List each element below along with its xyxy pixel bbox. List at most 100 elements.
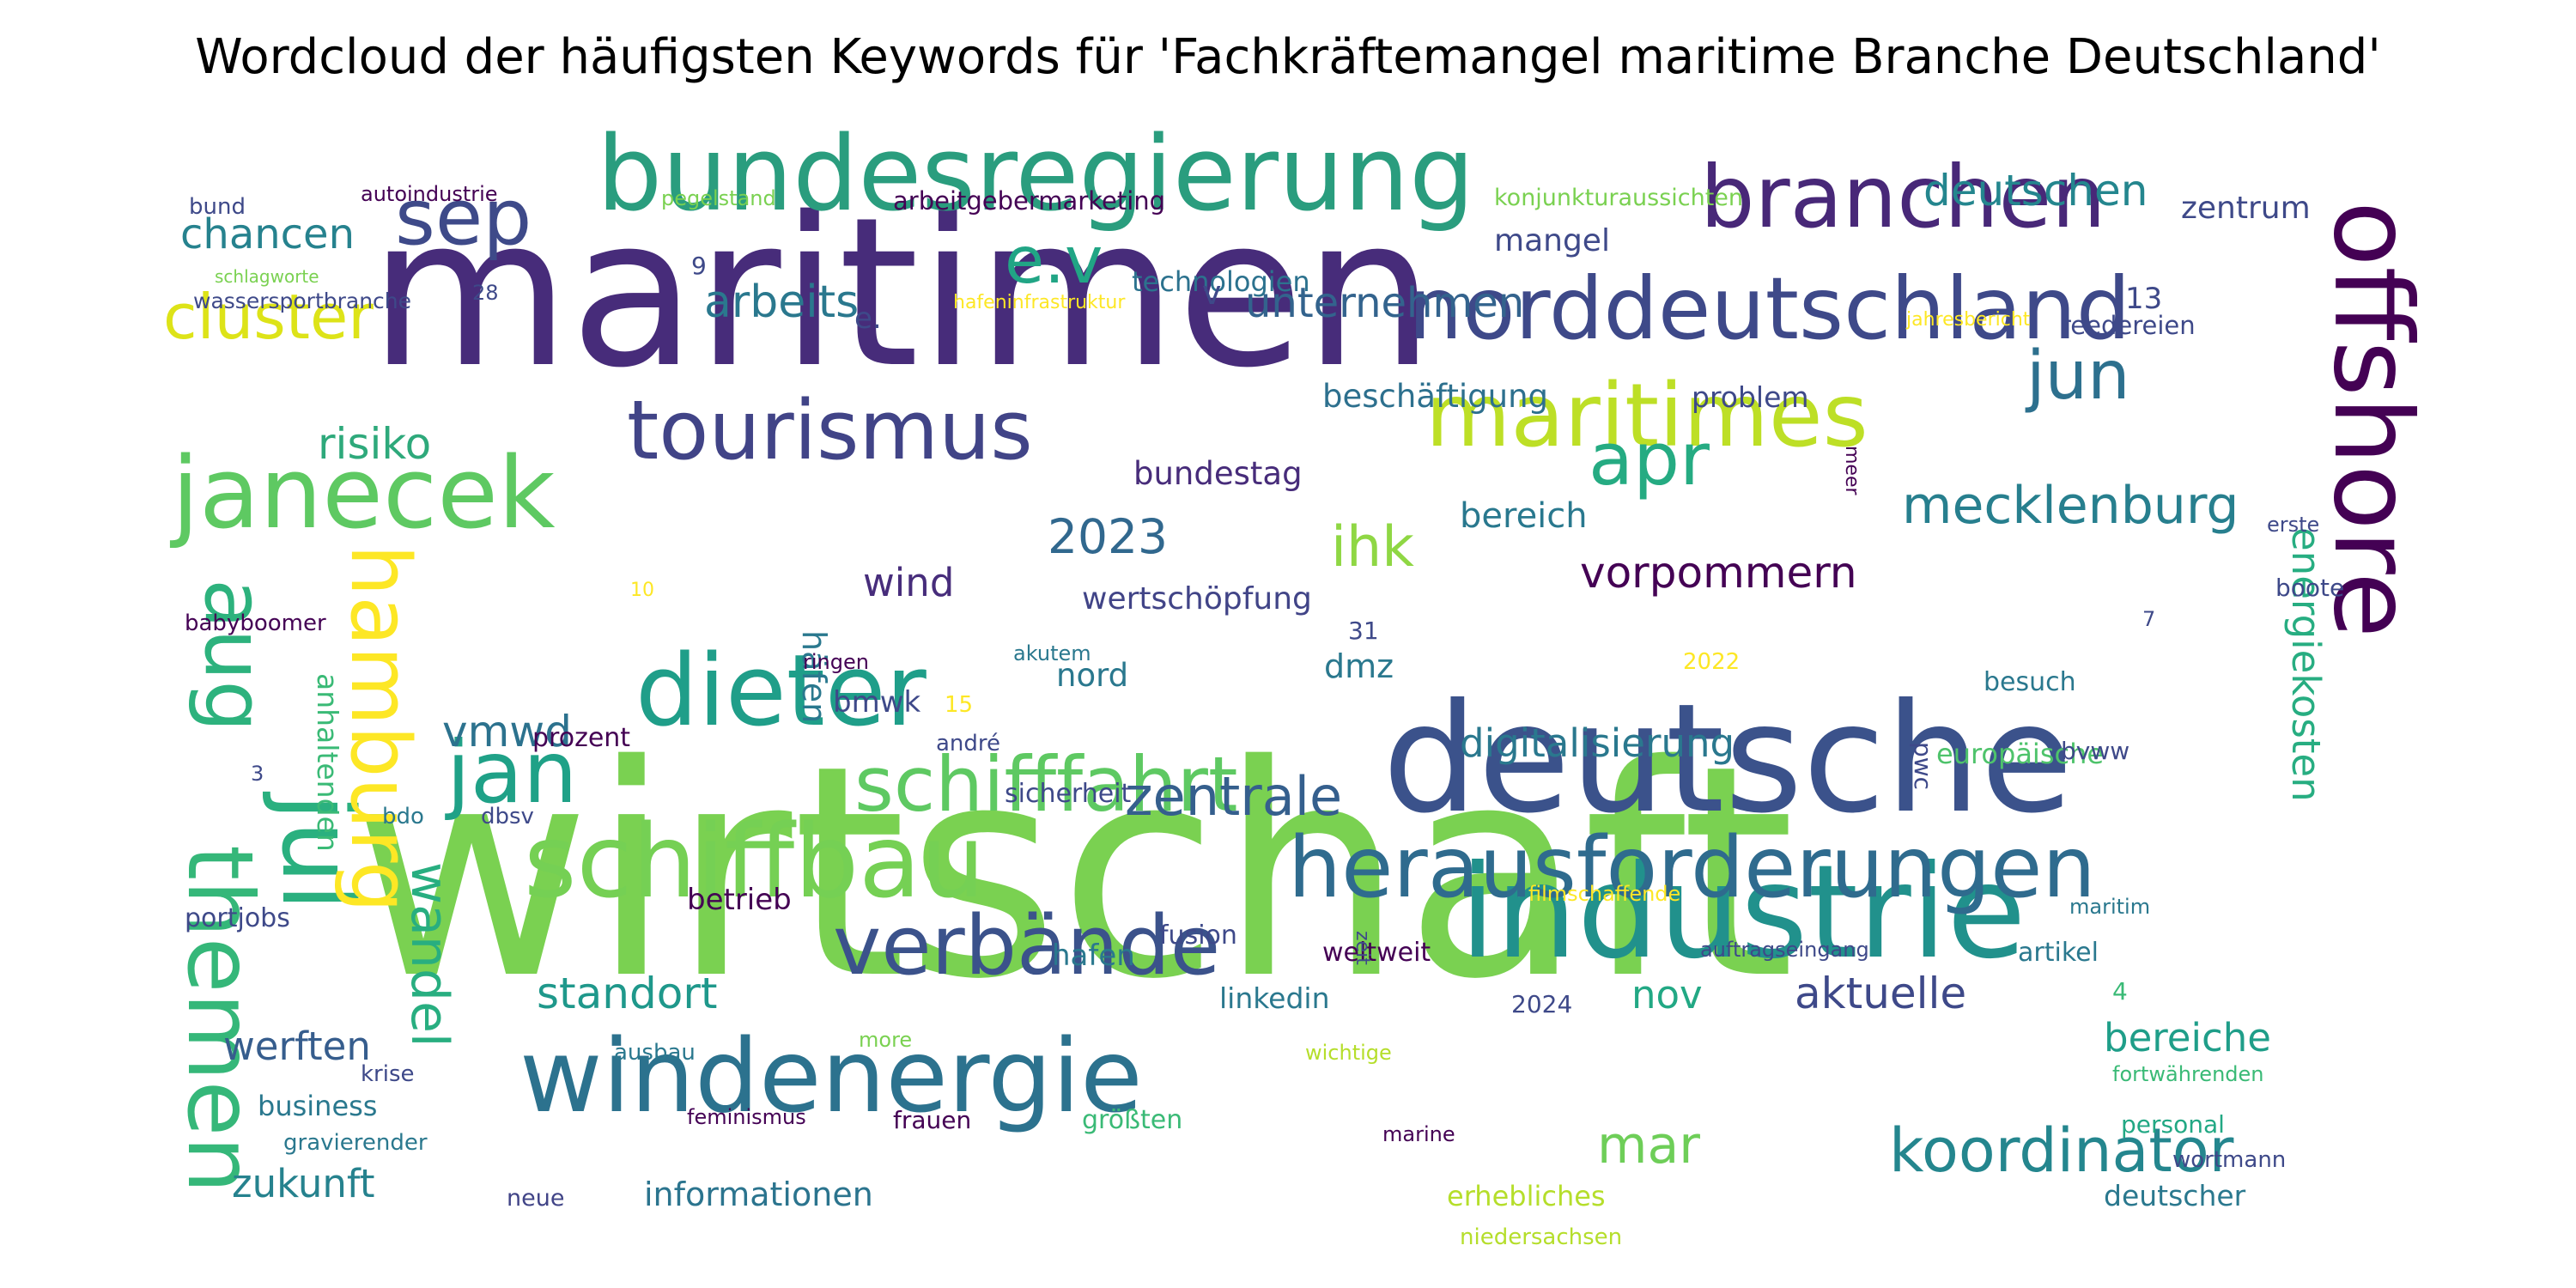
- word-pegelstand: pegelstand: [661, 186, 776, 210]
- word-business: business: [258, 1090, 377, 1122]
- word-fusion: fusion: [1159, 920, 1237, 951]
- word-3: 3: [251, 762, 264, 786]
- word-personal: personal: [2121, 1110, 2225, 1139]
- word-informationen: informationen: [644, 1176, 873, 1213]
- word-neue: neue: [507, 1185, 564, 1212]
- word-bvww: bvww: [2061, 737, 2129, 765]
- word-werften: werften: [223, 1024, 371, 1069]
- word-wertschöpfung: wertschöpfung: [1082, 581, 1312, 617]
- word-aug: aug: [186, 579, 281, 732]
- wordcloud-canvas: wirtschaft maritimen deutsche industrie bund…: [137, 98, 2444, 1249]
- word-9: 9: [691, 252, 707, 280]
- word-hafen: hafen: [1052, 939, 1135, 973]
- word-2024: 2024: [1511, 990, 1572, 1018]
- word-feminismus: feminismus: [687, 1105, 806, 1129]
- word-babyboomer: babyboomer: [185, 611, 326, 636]
- word-marine: marine: [1382, 1122, 1455, 1146]
- word-bmwk: bmwk: [833, 685, 921, 720]
- word-energiekosten: energiekosten: [2283, 527, 2329, 802]
- word-maritim: maritim: [2069, 895, 2150, 919]
- word-e-: e.: [854, 301, 882, 336]
- word-zukunft: zukunft: [232, 1161, 375, 1206]
- word-bundestag: bundestag: [1133, 455, 1303, 492]
- word-besuch: besuch: [1984, 667, 2076, 697]
- chart-title: Wordcloud der häufigsten Keywords für 'F…: [195, 29, 2381, 85]
- word-boote: boote: [2275, 574, 2344, 602]
- word-gravierender: gravierender: [283, 1130, 428, 1156]
- word-häfen: häfen: [795, 630, 833, 723]
- word-meer: meer: [1841, 446, 1862, 496]
- word-deutscher: deutscher: [2104, 1179, 2246, 1212]
- word-mecklenburg: mecklenburg: [1902, 476, 2239, 536]
- word-portjobs: portjobs: [185, 903, 290, 933]
- word-erhebliches: erhebliches: [1447, 1180, 1606, 1212]
- word-bundesregierung: bundesregierung: [597, 115, 1474, 234]
- word-bereich: bereich: [1460, 496, 1588, 536]
- word-filmschaffende: filmschaffende: [1528, 882, 1680, 906]
- word-jahresbericht: jahresbericht: [1905, 309, 2031, 331]
- word-deutschen: deutschen: [1923, 166, 2148, 216]
- word-hafeninfrastruktur: hafeninfrastruktur: [953, 292, 1126, 313]
- word-anhaltenden: anhaltenden: [311, 673, 344, 852]
- word-ringen: ringen: [803, 650, 869, 674]
- word-bereiche: bereiche: [2104, 1015, 2271, 1060]
- word-erste: erste: [2267, 513, 2319, 537]
- word-konjunkturaussichten: konjunkturaussichten: [1494, 185, 1743, 211]
- word-wortmann: wortmann: [2172, 1147, 2286, 1173]
- word-31: 31: [1348, 617, 1379, 645]
- word-dmz: dmz: [1324, 647, 1394, 685]
- word-v: v: [1202, 274, 1222, 312]
- word-krise: krise: [361, 1061, 415, 1087]
- word-ausbau: ausbau: [614, 1040, 696, 1066]
- word-wassersportbranche: wassersportbranche: [193, 289, 411, 313]
- word-tourismus: tourismus: [627, 384, 1033, 478]
- word-7: 7: [2142, 607, 2155, 631]
- word-autoindustrie: autoindustrie: [361, 182, 498, 206]
- word-standort: standort: [537, 969, 717, 1018]
- word-ihk: ihk: [1331, 515, 1414, 580]
- word-wandel: wandel: [399, 862, 459, 1048]
- word-bund: bund: [189, 194, 246, 220]
- word-fortwährenden: fortwährenden: [2112, 1062, 2263, 1086]
- word-prozent: prozent: [532, 723, 630, 753]
- word-bdo: bdo: [382, 804, 424, 829]
- word-artikel: artikel: [2018, 938, 2099, 968]
- word-zeit: zeit: [1352, 931, 1373, 965]
- word-zentrum: zentrum: [2181, 191, 2311, 226]
- word-dbsv: dbsv: [481, 804, 534, 829]
- word-auftragseingang: auftragseingang: [1700, 938, 1869, 962]
- word-hamburg: hamburg: [332, 544, 427, 913]
- word-vorpommern: vorpommern: [1580, 548, 1857, 598]
- word-themen: themen: [167, 845, 272, 1194]
- word-herausforderungen: herausforderungen: [1288, 819, 2096, 917]
- word-2022: 2022: [1683, 649, 1740, 675]
- word-akutem: akutem: [1013, 641, 1091, 665]
- word-mar: mar: [1597, 1115, 1700, 1176]
- word-aktuelle: aktuelle: [1795, 969, 1966, 1018]
- word-13: 13: [2125, 282, 2162, 316]
- word-10: 10: [630, 580, 654, 601]
- word-weltweit: weltweit: [1322, 938, 1431, 968]
- word-apr: apr: [1589, 417, 1710, 502]
- word-4: 4: [2112, 977, 2128, 1005]
- word-beschäftigung: beschäftigung: [1322, 378, 1548, 415]
- word-digitalisierung: digitalisierung: [1460, 720, 1735, 766]
- word-more: more: [859, 1028, 912, 1052]
- word-problem: problem: [1692, 380, 1809, 414]
- word-e-v: e.v: [1005, 222, 1103, 298]
- word-pwc: pwc: [1909, 742, 1937, 790]
- word-windenergie: windenergie: [519, 1017, 1143, 1135]
- word-wind: wind: [863, 560, 954, 605]
- word-nov: nov: [1631, 972, 1703, 1018]
- word-risiko: risiko: [318, 419, 431, 469]
- word-linkedin: linkedin: [1219, 981, 1330, 1015]
- word-zentrale: zentrale: [1125, 765, 1342, 828]
- word-mangel: mangel: [1494, 223, 1610, 258]
- word-arbeits: arbeits: [704, 276, 859, 328]
- word-2023: 2023: [1048, 509, 1168, 564]
- word-15: 15: [945, 692, 973, 718]
- word-28: 28: [472, 281, 499, 305]
- word-schlagworte: schlagworte: [215, 266, 319, 287]
- word-jun: jun: [2025, 337, 2130, 415]
- wordcloud-svg: wirtschaftmaritimendeutscheindustriebund…: [163, 115, 2434, 1249]
